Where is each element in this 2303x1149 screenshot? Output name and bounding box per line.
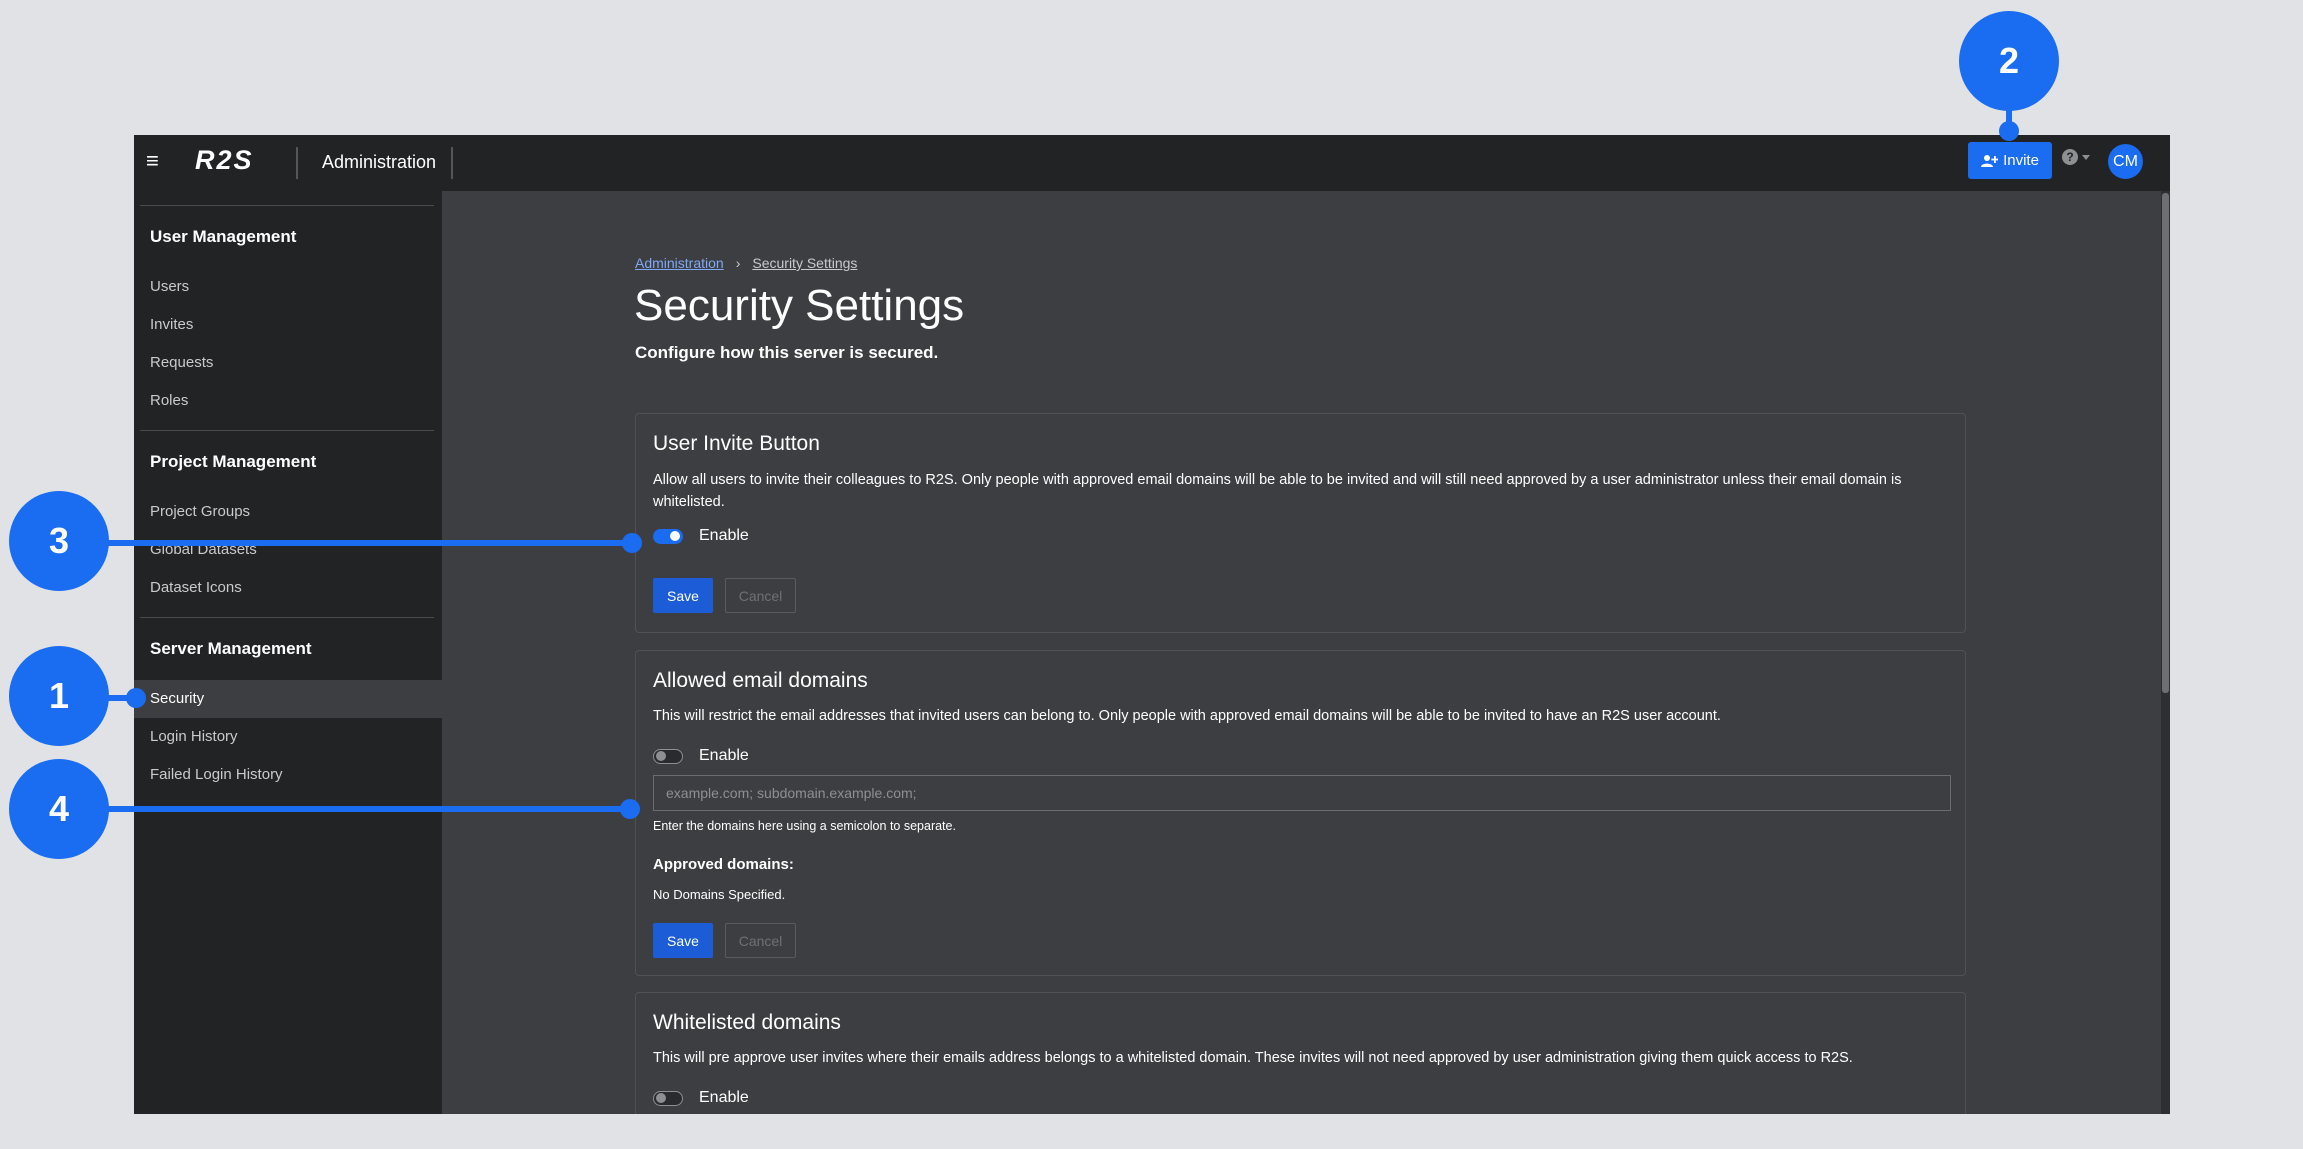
page-title: Security Settings <box>634 281 965 330</box>
invite-cancel-button[interactable]: Cancel <box>725 578 796 613</box>
sidebar-item-roles[interactable]: Roles <box>134 382 442 420</box>
sidebar-item-global-datasets[interactable]: Global Datasets <box>134 531 442 569</box>
allowed-domains-cancel-button[interactable]: Cancel <box>725 923 796 958</box>
sidebar: User Management Users Invites Requests R… <box>134 191 442 1114</box>
whitelisted-domains-card: Whitelisted domains This will pre approv… <box>635 992 1966 1114</box>
callout-badge-1: 1 <box>9 646 109 746</box>
callout-4-connector <box>100 806 630 812</box>
sidebar-item-users[interactable]: Users <box>134 268 442 306</box>
avatar[interactable]: CM <box>2108 144 2143 179</box>
callout-3-connector <box>100 540 630 546</box>
allowed-domains-save-button[interactable]: Save <box>653 923 713 958</box>
breadcrumb-link-administration[interactable]: Administration <box>635 255 724 271</box>
help-circle-icon: ? <box>2062 149 2078 165</box>
breadcrumb: Administration › Security Settings <box>635 255 857 271</box>
sidebar-divider <box>140 430 434 431</box>
topbar-divider <box>451 147 453 179</box>
app-section-title: Administration <box>322 152 437 172</box>
top-bar: ≡ R2S Administration Invite ? CM <box>134 135 2170 191</box>
sidebar-divider <box>140 205 434 206</box>
app-logo[interactable]: R2S <box>195 145 254 176</box>
toggle-label: Enable <box>699 747 749 764</box>
hamburger-icon[interactable]: ≡ <box>146 149 159 173</box>
toggle-switch[interactable] <box>653 528 683 544</box>
invite-save-button[interactable]: Save <box>653 578 713 613</box>
card-title: Allowed email domains <box>653 669 868 692</box>
app-window: ≡ R2S Administration Invite ? CM User Ma… <box>134 135 2170 1114</box>
toggle-label: Enable <box>699 1089 749 1106</box>
sidebar-divider <box>140 617 434 618</box>
card-title: User Invite Button <box>653 432 820 455</box>
sidebar-item-security[interactable]: Security <box>134 680 442 718</box>
breadcrumb-current[interactable]: Security Settings <box>752 255 857 271</box>
invite-button-card: User Invite Button Allow all users to in… <box>635 413 1966 633</box>
help-menu[interactable]: ? <box>2062 149 2090 165</box>
sidebar-item-requests[interactable]: Requests <box>134 344 442 382</box>
content-scrollbar-thumb[interactable] <box>2162 193 2169 693</box>
breadcrumb-separator-icon: › <box>735 255 741 271</box>
sidebar-heading-project-management: Project Management <box>150 452 317 471</box>
invite-button[interactable]: Invite <box>1968 142 2052 179</box>
allowed-domains-input[interactable] <box>653 775 1951 811</box>
allowed-domains-card: Allowed email domains This will restrict… <box>635 650 1966 976</box>
invite-enable-toggle[interactable]: Enable <box>653 527 749 545</box>
user-plus-icon <box>1981 154 1999 167</box>
topbar-divider <box>296 147 298 179</box>
sidebar-item-login-history[interactable]: Login History <box>134 718 442 756</box>
callout-4-pointer <box>620 799 640 819</box>
toggle-label: Enable <box>699 527 749 544</box>
toggle-knob <box>670 530 680 541</box>
page-subtitle: Configure how this server is secured. <box>635 343 939 362</box>
sidebar-heading-server-management: Server Management <box>150 639 312 658</box>
toggle-knob <box>656 750 666 761</box>
card-description: Allow all users to invite their colleagu… <box>653 472 1902 510</box>
invite-button-label: Invite <box>2003 152 2039 169</box>
toggle-knob <box>656 1092 666 1103</box>
callout-badge-2: 2 <box>1959 11 2059 111</box>
whitelisted-domains-enable-toggle[interactable]: Enable <box>653 1089 749 1107</box>
card-description: This will pre approve user invites where… <box>653 1050 1853 1066</box>
domains-help-text: Enter the domains here using a semicolon… <box>653 819 956 833</box>
sidebar-item-invites[interactable]: Invites <box>134 306 442 344</box>
sidebar-item-failed-login-history[interactable]: Failed Login History <box>134 756 442 794</box>
card-description: This will restrict the email addresses t… <box>653 708 1721 724</box>
callout-2-pointer <box>1999 121 2019 141</box>
card-title: Whitelisted domains <box>653 1011 841 1034</box>
toggle-switch[interactable] <box>653 1090 683 1106</box>
toggle-switch[interactable] <box>653 748 683 764</box>
callout-3-pointer <box>622 533 642 553</box>
approved-domains-value: No Domains Specified. <box>653 887 786 902</box>
callout-badge-4: 4 <box>9 759 109 859</box>
sidebar-item-dataset-icons[interactable]: Dataset Icons <box>134 569 442 607</box>
approved-domains-label: Approved domains: <box>653 856 794 873</box>
sidebar-item-project-groups[interactable]: Project Groups <box>134 493 442 531</box>
allowed-domains-enable-toggle[interactable]: Enable <box>653 747 749 765</box>
callout-badge-3: 3 <box>9 491 109 591</box>
sidebar-heading-user-management: User Management <box>150 227 297 246</box>
chevron-down-icon <box>2082 154 2090 160</box>
